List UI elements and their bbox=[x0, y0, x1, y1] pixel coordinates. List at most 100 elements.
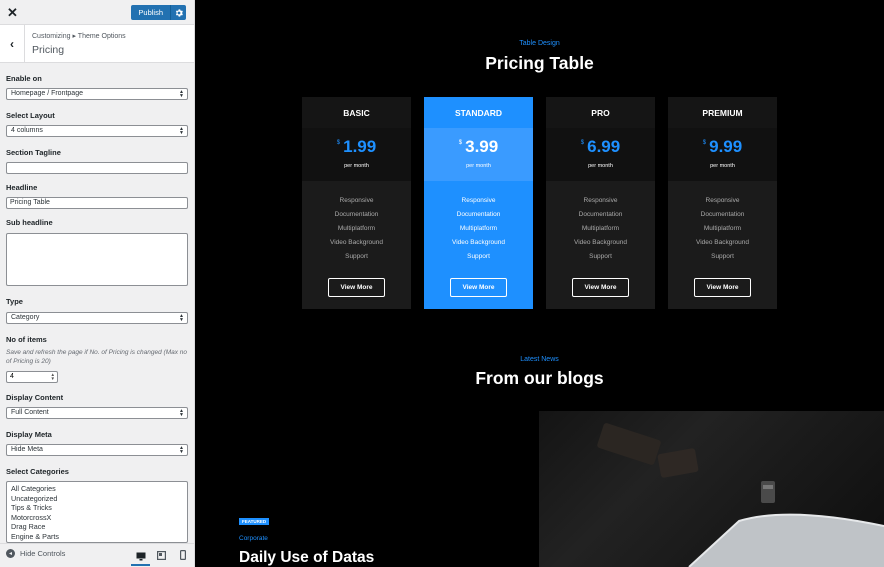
close-customizer-button[interactable]: ✕ bbox=[0, 0, 25, 25]
view-more-button[interactable]: View More bbox=[694, 278, 751, 297]
currency-symbol: $ bbox=[336, 140, 341, 146]
select-arrows-icon: ▲ ▼ bbox=[179, 126, 184, 136]
feature-item: Responsive bbox=[705, 197, 740, 204]
items-value: 4 bbox=[10, 373, 14, 380]
plan-price: 6.99 bbox=[587, 137, 621, 156]
post-title-link[interactable]: Daily Use of Datas bbox=[239, 549, 374, 567]
gear-icon bbox=[175, 8, 183, 17]
category-option[interactable]: Drag Race bbox=[11, 522, 183, 532]
desktop-icon bbox=[136, 552, 145, 560]
preview-desktop-button[interactable] bbox=[131, 548, 150, 566]
pricing-card-premium: PREMIUM $9.99 per month Responsive Docum… bbox=[668, 97, 777, 309]
feature-item: Multiplatform bbox=[581, 225, 620, 232]
preview-mobile-button[interactable] bbox=[176, 548, 190, 562]
customizer-sidebar: ✕ Publish ‹ Customizing ▸ Theme Options … bbox=[0, 0, 195, 567]
feature-item: Support bbox=[345, 253, 368, 260]
items-description: Save and refresh the page if No. of Pric… bbox=[6, 349, 188, 365]
layout-label: Select Layout bbox=[6, 111, 55, 120]
feature-item: Support bbox=[711, 253, 734, 260]
feature-item: Multiplatform bbox=[459, 225, 498, 232]
feature-item: Video Background bbox=[573, 239, 627, 246]
close-icon: ✕ bbox=[7, 4, 18, 20]
feature-item: Documentation bbox=[700, 211, 745, 218]
customizer-footer: ◂ Hide Controls bbox=[0, 543, 194, 567]
feature-item: Documentation bbox=[578, 211, 623, 218]
back-button[interactable]: ‹ bbox=[0, 25, 25, 63]
plan-price: 3.99 bbox=[465, 137, 499, 156]
spinner-icon: ▲ ▼ bbox=[50, 372, 55, 381]
feature-item: Documentation bbox=[456, 211, 501, 218]
display-meta-label: Display Meta bbox=[6, 430, 52, 439]
feature-item: Video Background bbox=[329, 239, 383, 246]
post-category-link[interactable]: Corporate bbox=[239, 535, 268, 542]
plan-price-box: $3.99 per month bbox=[424, 128, 533, 181]
preview-tablet-button[interactable] bbox=[154, 548, 168, 562]
select-arrows-icon: ▲ ▼ bbox=[179, 313, 184, 323]
currency-symbol: $ bbox=[458, 140, 463, 146]
category-option[interactable]: MotorcrossX bbox=[11, 513, 183, 523]
select-arrows-icon: ▲ ▼ bbox=[179, 89, 184, 99]
feature-item: Video Background bbox=[451, 239, 505, 246]
desk-photo-illustration bbox=[597, 423, 884, 567]
categories-listbox[interactable]: All Categories Uncategorized Tips & Tric… bbox=[6, 481, 188, 543]
display-meta-value: Hide Meta bbox=[11, 446, 43, 453]
plan-period: per month bbox=[588, 163, 613, 169]
hide-controls-button[interactable]: ◂ Hide Controls bbox=[6, 549, 65, 558]
display-content-select[interactable]: Full Content ▲ ▼ bbox=[6, 407, 188, 419]
feature-item: Support bbox=[589, 253, 612, 260]
section-header: ‹ Customizing ▸ Theme Options Pricing bbox=[0, 25, 194, 63]
items-number-input[interactable]: 4 ▲ ▼ bbox=[6, 371, 58, 383]
hide-controls-label: Hide Controls bbox=[20, 549, 66, 558]
pricing-card-pro: PRO $6.99 per month Responsive Documenta… bbox=[546, 97, 655, 309]
customizer-topbar: ✕ Publish bbox=[0, 0, 194, 25]
category-option[interactable]: Tips & Tricks bbox=[11, 503, 183, 513]
plan-price: 9.99 bbox=[709, 137, 743, 156]
plan-price-box: $1.99 per month bbox=[302, 128, 411, 181]
subheadline-label: Sub headline bbox=[6, 218, 53, 227]
enable-on-value: Homepage / Frontpage bbox=[11, 90, 83, 97]
layout-select[interactable]: 4 columns ▲ ▼ bbox=[6, 125, 188, 137]
feature-list: Responsive Documentation Multiplatform V… bbox=[668, 194, 777, 264]
subheadline-textarea[interactable] bbox=[6, 233, 188, 286]
view-more-button[interactable]: View More bbox=[572, 278, 629, 297]
category-option[interactable]: Engine & Parts bbox=[11, 532, 183, 542]
pricing-card-standard: STANDARD $3.99 per month Responsive Docu… bbox=[424, 97, 533, 309]
layout-value: 4 columns bbox=[11, 127, 43, 134]
feature-list: Responsive Documentation Multiplatform V… bbox=[302, 194, 411, 264]
select-arrows-icon: ▲ ▼ bbox=[179, 445, 184, 455]
tagline-input[interactable] bbox=[6, 162, 188, 174]
plan-name: PRO bbox=[546, 97, 655, 128]
feature-item: Multiplatform bbox=[703, 225, 742, 232]
plan-period: per month bbox=[710, 163, 735, 169]
featured-badge: FEATURED bbox=[239, 518, 270, 525]
category-option[interactable]: All Categories bbox=[11, 484, 183, 494]
mobile-icon bbox=[180, 550, 186, 560]
categories-label: Select Categories bbox=[6, 467, 69, 476]
category-option[interactable]: Uncategorized bbox=[11, 494, 183, 504]
enable-on-label: Enable on bbox=[6, 74, 42, 83]
blog-featured-image[interactable] bbox=[539, 411, 884, 567]
plan-price-box: $9.99 per month bbox=[668, 128, 777, 181]
plan-period: per month bbox=[344, 163, 369, 169]
view-more-button[interactable]: View More bbox=[328, 278, 385, 297]
breadcrumb: Customizing ▸ Theme Options bbox=[32, 33, 126, 40]
display-content-label: Display Content bbox=[6, 393, 64, 402]
publish-settings-button[interactable] bbox=[170, 5, 186, 20]
plan-name: PREMIUM bbox=[668, 97, 777, 128]
items-label: No of items bbox=[6, 335, 47, 344]
view-more-button[interactable]: View More bbox=[450, 278, 507, 297]
headline-input[interactable]: Pricing Table bbox=[6, 197, 188, 209]
blog-title: From our blogs bbox=[475, 368, 604, 388]
type-select[interactable]: Category ▲ ▼ bbox=[6, 312, 188, 324]
enable-on-select[interactable]: Homepage / Frontpage ▲ ▼ bbox=[6, 88, 188, 100]
select-arrows-icon: ▲ ▼ bbox=[179, 408, 184, 418]
publish-button[interactable]: Publish bbox=[131, 5, 170, 20]
publish-group: Publish bbox=[131, 5, 186, 20]
collapse-icon: ◂ bbox=[6, 549, 15, 558]
display-meta-select[interactable]: Hide Meta ▲ ▼ bbox=[6, 444, 188, 456]
chevron-left-icon: ‹ bbox=[10, 37, 14, 51]
pricing-tagline: Table Design bbox=[519, 40, 560, 47]
plan-price-box: $6.99 per month bbox=[546, 128, 655, 181]
pricing-card-basic: BASIC $1.99 per month Responsive Documen… bbox=[302, 97, 411, 309]
blog-tagline: Latest News bbox=[520, 356, 559, 363]
